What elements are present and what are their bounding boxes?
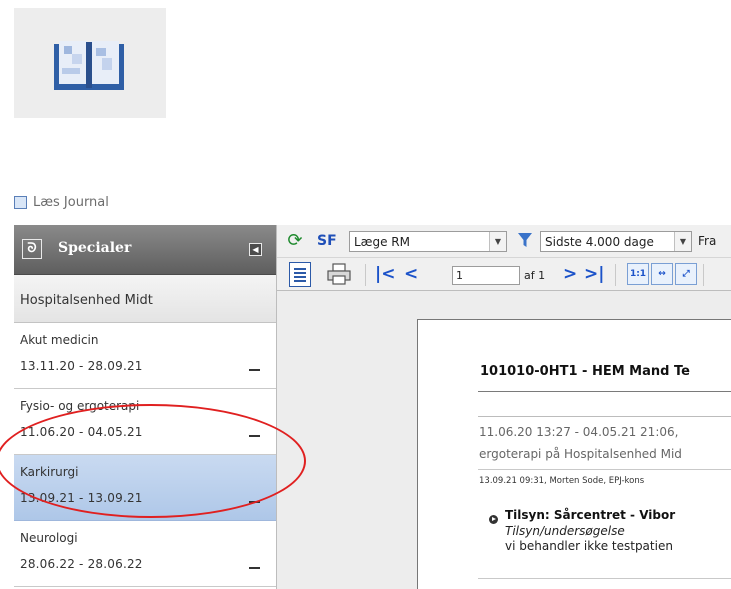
minus-icon[interactable] [249,369,260,371]
chevron-down-icon[interactable]: ▼ [674,232,691,251]
doctor-select-value: Læge RM [354,235,410,249]
filter-funnel-icon[interactable] [517,231,533,249]
specialer-title: Specialer [58,240,132,256]
document-preview-area[interactable]: 101010-0HT1 - HEM Mand Te 11.06.20 13:27… [277,291,731,589]
printer-icon[interactable] [327,263,351,285]
divider [478,391,731,392]
document-page: 101010-0HT1 - HEM Mand Te 11.06.20 13:27… [417,319,731,589]
period-select-value: Sidste 4.000 dage [545,235,654,249]
speciale-item-neurologi[interactable]: Neurologi 28.06.22 - 28.06.22 [14,521,276,587]
divider [478,416,731,417]
highlight-annotation-ring [0,404,306,518]
collapse-panel-button[interactable]: ◀ [249,243,262,256]
toolbar-divider [365,264,366,286]
divider [478,469,731,470]
window-icon [14,195,27,209]
doctor-select[interactable]: Læge RM ▼ [349,231,507,252]
last-page-icon[interactable]: >| [584,264,604,284]
speciale-item-akut-medicin[interactable]: Akut medicin 13.11.20 - 28.09.21 [14,323,276,389]
note-body: vi behandler ikke testpatien [505,539,673,553]
book-icon [54,41,124,90]
page-number-input[interactable]: 1 [452,266,520,285]
speciale-name: Akut medicin [20,333,99,347]
note-bullet-icon [489,515,498,524]
document-period: 11.06.20 13:27 - 04.05.21 21:06, [479,425,679,439]
chevron-down-icon[interactable]: ▼ [489,232,506,251]
note-heading: Tilsyn: Sårcentret - Vibor [505,508,676,522]
fit-page-icon[interactable]: ⤢ [675,263,697,285]
actual-size-button[interactable]: 1:1 [627,263,649,285]
window-title: Læs Journal [33,194,109,210]
document-department: ergoterapi på Hospitalsenhed Mid [479,447,682,461]
fra-label: Fra [698,234,717,248]
divider [478,578,731,579]
previous-page-icon[interactable]: < [404,264,418,284]
hospital-group-header[interactable]: Hospitalsenhed Midt [14,275,276,323]
minus-icon[interactable] [249,567,260,569]
zoomed-journal-icon-tile [14,8,166,118]
toolbar-divider [703,264,704,286]
journal-viewer: ⟳ SF Læge RM ▼ Sidste 4.000 dage ▼ Fra |… [277,225,731,589]
speciale-dates: 13.11.20 - 28.09.21 [20,359,143,373]
filter-toolbar: ⟳ SF Læge RM ▼ Sidste 4.000 dage ▼ Fra [277,225,731,258]
fit-width-icon[interactable]: ↔ [651,263,673,285]
period-select[interactable]: Sidste 4.000 dage ▼ [540,231,692,252]
sf-button[interactable]: SF [317,233,337,249]
note-subheading: Tilsyn/undersøgelse [505,524,625,538]
page-toolbar: |< < 1 af 1 > >| 1:1 ↔ ⤢ [277,258,731,291]
window-title-bar: Læs Journal [14,192,109,212]
next-page-icon[interactable]: > [563,264,577,284]
document-view-icon[interactable] [289,262,311,287]
document-title: 101010-0HT1 - HEM Mand Te [480,364,690,379]
specialer-header: ᘐ Specialer ◀ [14,225,276,275]
refresh-icon[interactable]: ⟳ [285,231,305,251]
note-meta: 13.09.21 09:31, Morten Sode, EPJ-kons [479,476,645,486]
specialer-icon: ᘐ [22,239,42,259]
toolbar-divider [615,264,616,286]
first-page-icon[interactable]: |< [375,264,395,284]
speciale-name: Neurologi [20,531,78,545]
speciale-dates: 28.06.22 - 28.06.22 [20,557,143,571]
page-count: af 1 [524,269,546,282]
